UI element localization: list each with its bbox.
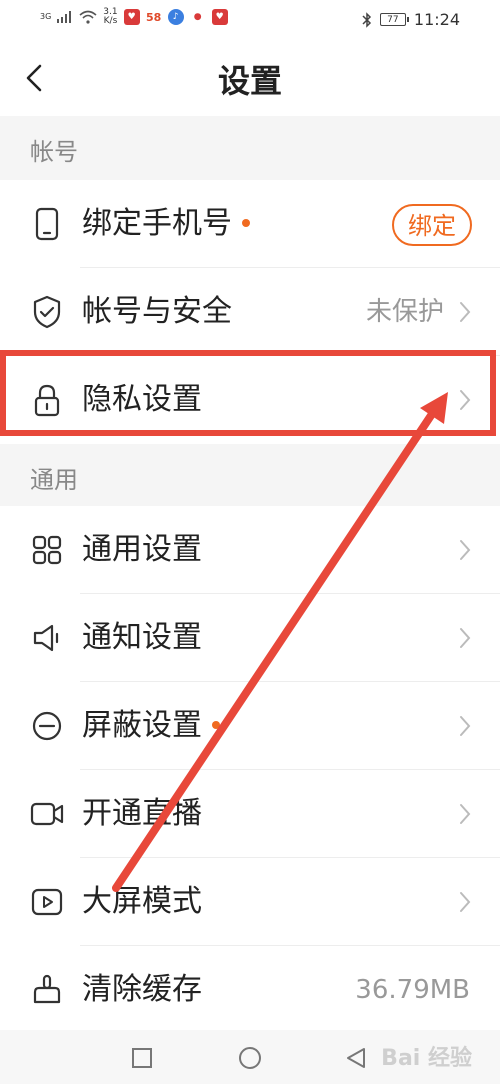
back-nav-button[interactable] — [342, 1044, 370, 1072]
system-nav-bar: Bai 经验 — [0, 1030, 500, 1084]
chevron-right-icon — [460, 628, 471, 648]
chevron-right-icon — [460, 892, 471, 912]
chevron-right-icon — [460, 390, 471, 410]
nav-header: 设置 — [0, 40, 500, 116]
settings-item-notification[interactable]: 通知设置 — [0, 594, 500, 682]
status-bar: 3G 3.1 K/s ♥ 58 ♪ ● ♥ 77 11:24 — [0, 0, 500, 40]
page-title: 设置 — [217, 62, 282, 100]
battery-icon: 77 — [379, 13, 409, 26]
grid-icon — [30, 533, 64, 567]
settings-item-label: 大屏模式 — [82, 884, 202, 919]
settings-item-label: 绑定手机号 — [82, 204, 250, 244]
shield-icon — [30, 295, 64, 329]
settings-item-label: 帐号与安全 — [82, 294, 232, 329]
app-notification-icon-2: ♥ — [211, 9, 228, 25]
section-header-general: 通用 — [0, 444, 500, 508]
settings-item-live[interactable]: 开通直播 — [0, 770, 500, 858]
new-dot-indicator — [242, 218, 250, 227]
triangle-back-icon — [347, 1048, 365, 1068]
location-app-icon: ● — [189, 9, 206, 25]
settings-item-label: 隐私设置 — [82, 382, 202, 417]
section-title: 通用 — [30, 466, 78, 494]
chevron-right-icon — [460, 804, 471, 824]
settings-item-big-screen[interactable]: 大屏模式 — [0, 858, 500, 946]
bind-button[interactable]: 绑定 — [392, 204, 472, 246]
chevron-right-icon — [460, 540, 471, 560]
settings-item-clear-cache[interactable]: 清除缓存 36.79MB — [0, 946, 500, 1034]
bluetooth-icon — [362, 11, 371, 28]
status-left: 3G 3.1 K/s ♥ 58 ♪ ● ♥ — [40, 8, 228, 26]
block-icon — [30, 709, 64, 743]
settings-item-label: 开通直播 — [82, 796, 202, 831]
cache-size-value: 36.79MB — [355, 975, 470, 1005]
section-header-account: 帐号 — [0, 116, 500, 180]
chevron-right-icon — [460, 302, 471, 322]
square-icon — [132, 1048, 152, 1068]
settings-item-block[interactable]: 屏蔽设置 — [0, 682, 500, 770]
settings-item-label: 通用设置 — [82, 532, 202, 567]
signal-icon — [57, 11, 72, 23]
status-right: 77 11:24 — [362, 10, 460, 29]
new-dot-indicator — [212, 720, 220, 729]
clock: 11:24 — [413, 10, 460, 29]
settings-item-privacy[interactable]: 隐私设置 — [0, 356, 500, 444]
music-app-icon: ♪ — [167, 9, 184, 25]
lock-icon — [30, 383, 64, 417]
network-type: 3G — [40, 12, 52, 21]
settings-item-label: 清除缓存 — [82, 972, 202, 1007]
recent-apps-button[interactable] — [128, 1044, 156, 1072]
video-camera-icon — [30, 797, 64, 831]
phone-icon — [30, 207, 64, 241]
home-button[interactable] — [236, 1044, 264, 1072]
circle-icon — [239, 1047, 261, 1069]
wifi-icon — [79, 10, 97, 24]
broom-icon — [30, 973, 64, 1007]
play-screen-icon — [30, 885, 64, 919]
settings-item-bind-phone[interactable]: 绑定手机号 绑定 — [0, 180, 500, 268]
settings-item-label: 屏蔽设置 — [82, 706, 220, 746]
speaker-icon — [30, 621, 64, 655]
chevron-right-icon — [460, 716, 471, 736]
settings-item-account-security[interactable]: 帐号与安全 未保护 — [0, 268, 500, 356]
app-notification-icon: ♥ — [123, 9, 140, 25]
app-58-icon: 58 — [145, 9, 162, 25]
section-title: 帐号 — [30, 138, 78, 166]
settings-item-general[interactable]: 通用设置 — [0, 506, 500, 594]
settings-item-value: 未保护 — [365, 297, 444, 327]
network-speed: 3.1 K/s — [103, 7, 118, 26]
settings-item-label: 通知设置 — [82, 620, 202, 655]
watermark: Bai 经验 — [381, 1046, 472, 1071]
